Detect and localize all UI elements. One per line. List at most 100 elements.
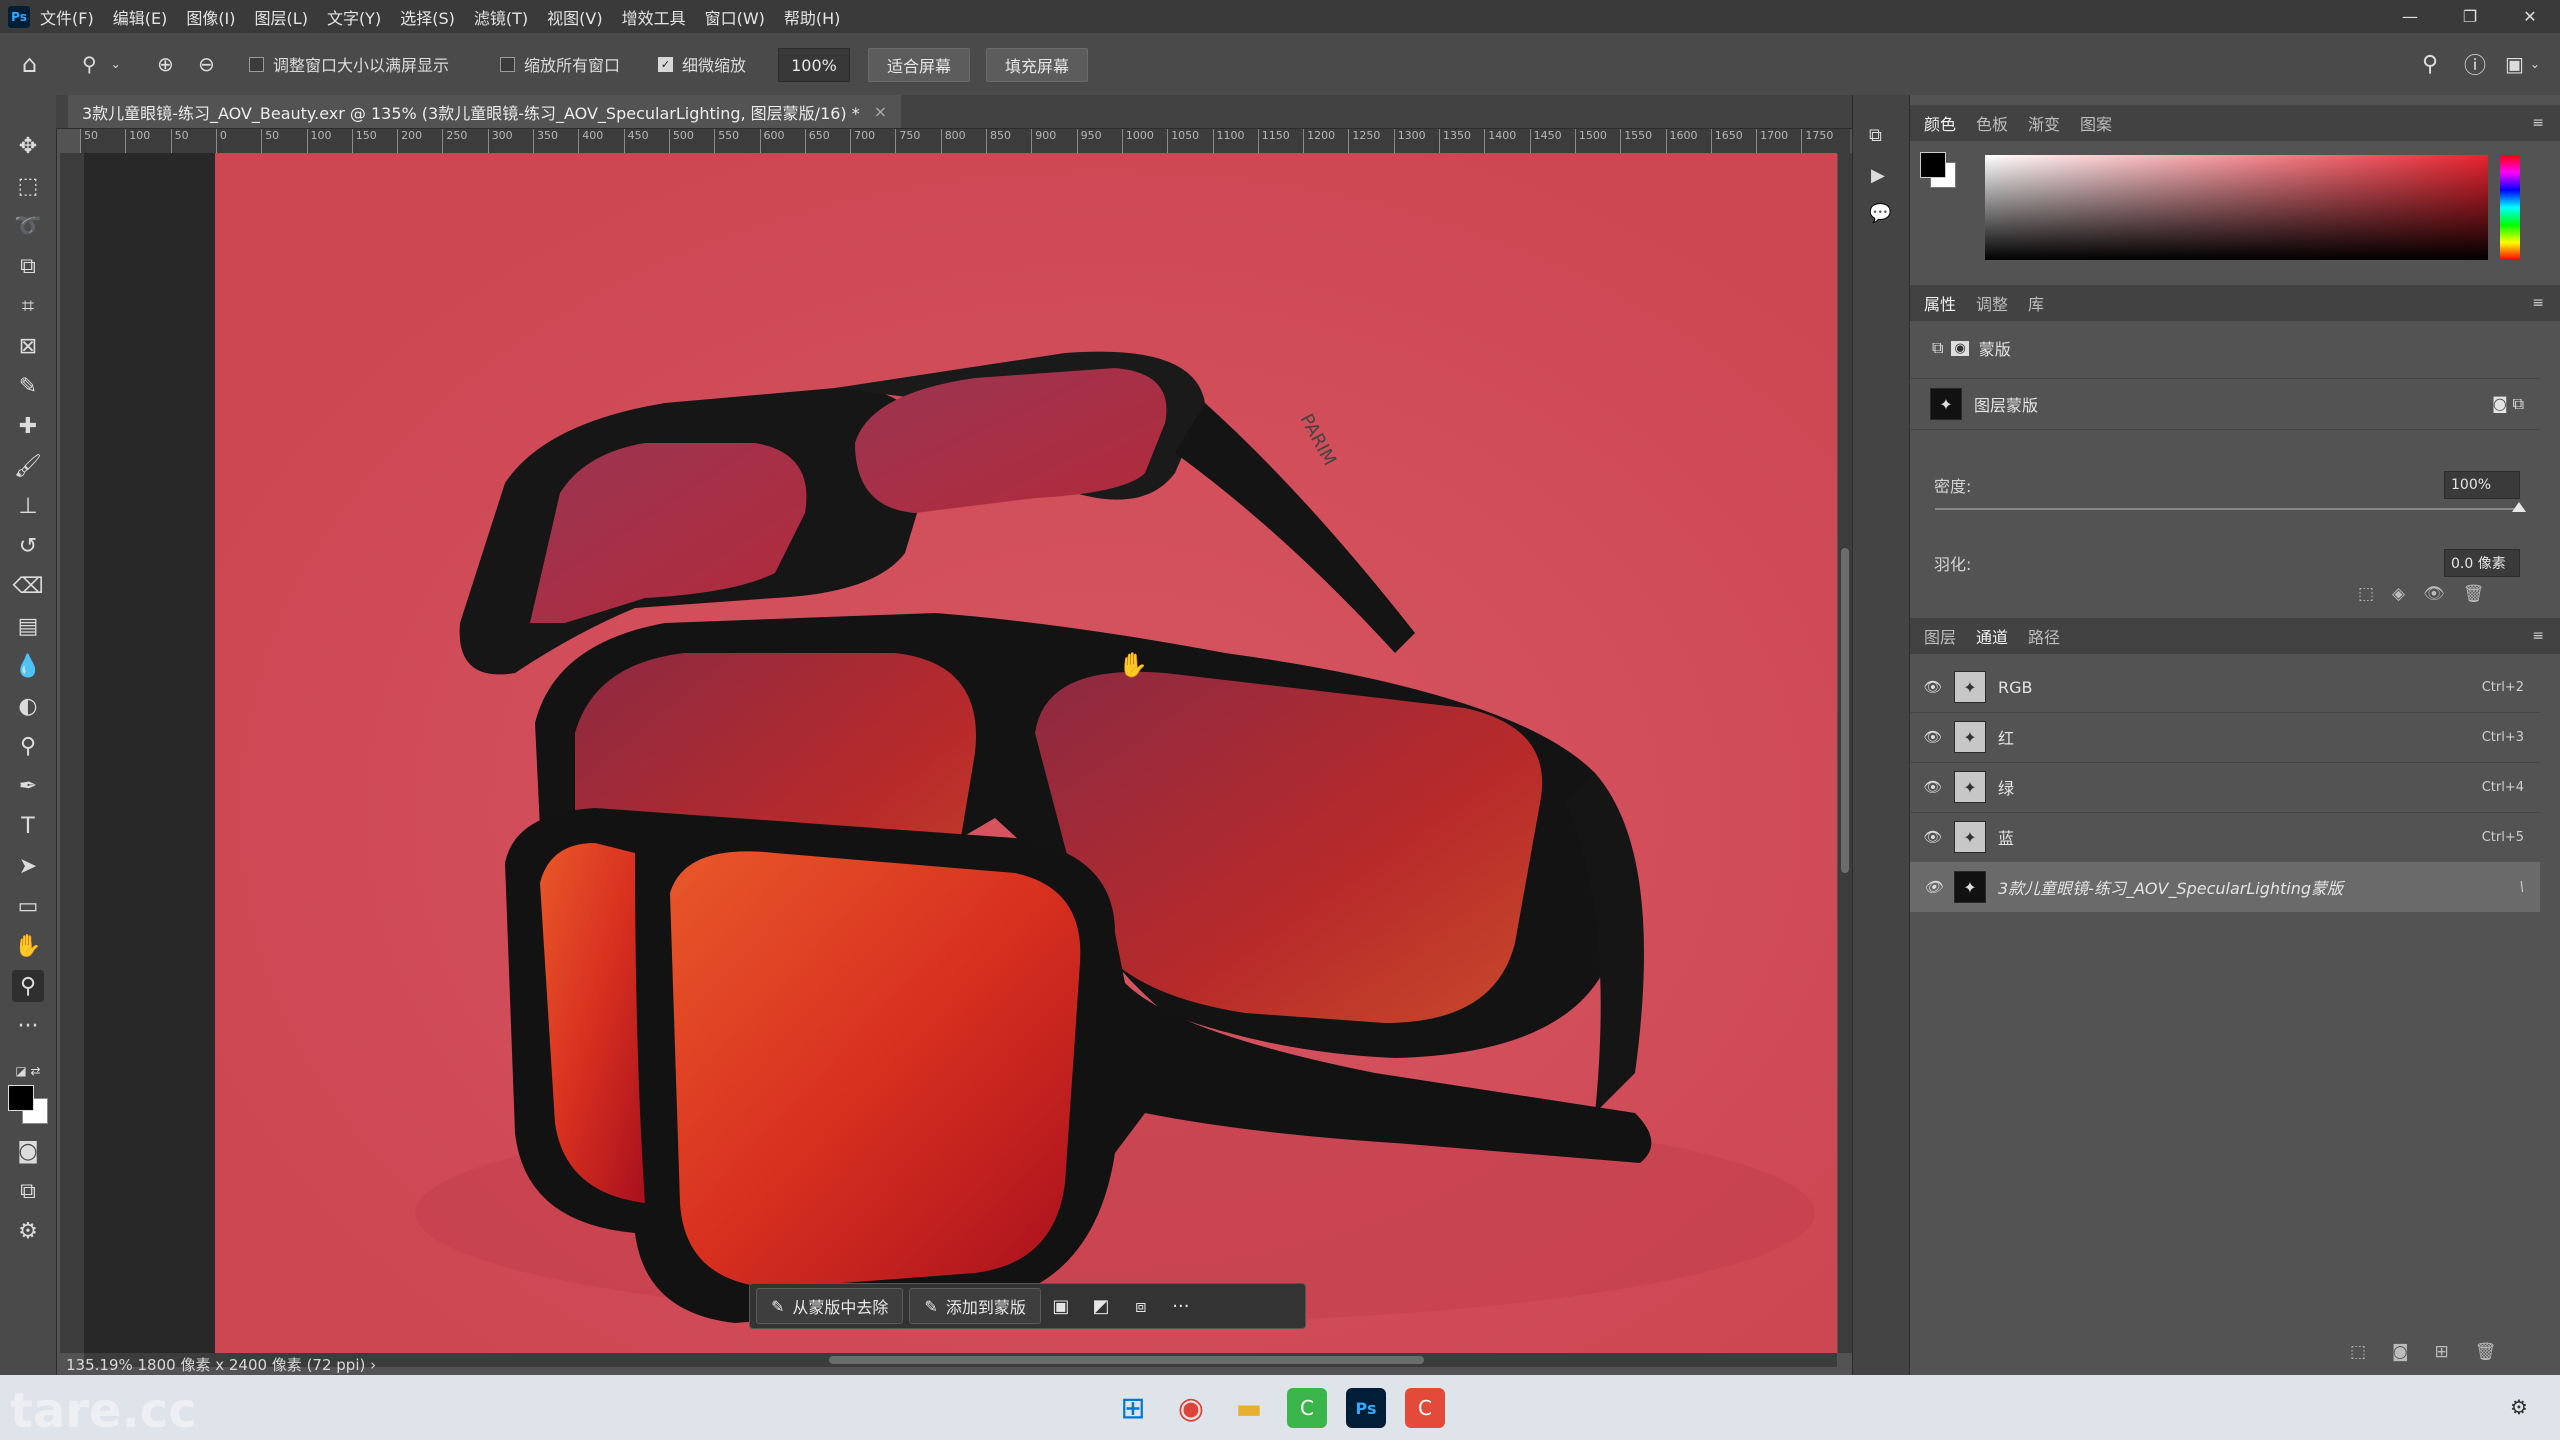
- density-slider-track[interactable]: [1935, 508, 2520, 510]
- tab-gradients[interactable]: 渐变: [2028, 111, 2060, 135]
- invert-mask-icon[interactable]: ◩: [1081, 1289, 1121, 1323]
- density-slider-handle[interactable]: [2512, 502, 2526, 512]
- mask-bottom-icons[interactable]: ⬚◈👁🗑: [2358, 584, 2502, 604]
- tab-properties[interactable]: 属性: [1924, 291, 1956, 315]
- add-to-mask-button[interactable]: ✎ 添加到蒙版: [909, 1288, 1041, 1324]
- visibility-eye-icon[interactable]: 👁: [1923, 778, 1942, 796]
- density-input[interactable]: 100%: [2444, 471, 2520, 499]
- eraser-tool-icon[interactable]: ⌫: [12, 570, 44, 602]
- workspace-icon[interactable]: ▣ ⌄: [2505, 33, 2540, 95]
- pixel-mask-icon[interactable]: ⧉: [1932, 338, 1943, 358]
- zoom-tool-preset-icon[interactable]: ⚲ ⌄: [82, 33, 121, 95]
- checkbox-checked[interactable]: ✓: [658, 56, 673, 72]
- checkbox-box[interactable]: [500, 56, 515, 72]
- checkbox-box[interactable]: [249, 56, 264, 72]
- brush-tool-icon[interactable]: 🖌: [12, 450, 44, 482]
- menu-filter[interactable]: 滤镜(T): [474, 5, 528, 29]
- vertical-scroll-thumb[interactable]: [1841, 548, 1849, 873]
- type-tool-icon[interactable]: T: [12, 810, 44, 842]
- foreground-color-swatch[interactable]: [8, 1085, 34, 1111]
- minimize-button[interactable]: —: [2380, 0, 2440, 33]
- menu-image[interactable]: 图像(I): [186, 5, 235, 29]
- zoom-in-icon[interactable]: ⊕: [157, 33, 174, 95]
- tab-layers[interactable]: 图层: [1924, 624, 1956, 648]
- document-tab[interactable]: 3款儿童眼镜-练习_AOV_Beauty.exr @ 135% (3款儿童眼镜-…: [68, 95, 902, 128]
- tab-paths[interactable]: 路径: [2028, 624, 2060, 648]
- marquee-tool-icon[interactable]: ⬚: [12, 170, 44, 202]
- panel-menu-icon[interactable]: ≡: [2532, 115, 2544, 131]
- channels-bottom-icons[interactable]: ⬚◙⊞🗑: [2350, 1342, 2522, 1362]
- help-icon[interactable]: ⓘ: [2464, 33, 2486, 95]
- history-panel-icon[interactable]: ⧉: [1869, 125, 1882, 146]
- eyedropper-tool-icon[interactable]: ✎: [12, 370, 44, 402]
- mask-options-icon[interactable]: ▣: [1041, 1289, 1081, 1323]
- color-picker-field[interactable]: [1985, 155, 2488, 260]
- more-options-icon[interactable]: ···: [1161, 1289, 1201, 1323]
- menu-view[interactable]: 视图(V): [547, 5, 602, 29]
- pen-tool-icon[interactable]: ✒: [12, 770, 44, 802]
- path-selection-tool-icon[interactable]: ➤: [12, 850, 44, 882]
- comments-panel-icon[interactable]: 💬: [1869, 203, 1891, 224]
- maximize-button[interactable]: ❐: [2440, 0, 2500, 33]
- close-tab-icon[interactable]: ×: [874, 102, 887, 121]
- menu-help[interactable]: 帮助(H): [784, 5, 841, 29]
- status-bar[interactable]: 135.19% 1800 像素 x 2400 像素 (72 ppi) ›: [56, 1353, 386, 1375]
- file-explorer-icon[interactable]: ▬: [1229, 1388, 1269, 1428]
- channel-row-blue[interactable]: 👁 ✦ 蓝 Ctrl+5: [1910, 812, 2540, 863]
- tab-channels[interactable]: 通道: [1976, 624, 2008, 648]
- menu-layer[interactable]: 图层(L): [255, 5, 308, 29]
- actions-panel-icon[interactable]: ▶: [1871, 165, 1885, 186]
- feather-input[interactable]: 0.0 像素: [2444, 549, 2520, 577]
- close-button[interactable]: ✕: [2500, 0, 2560, 33]
- tab-swatches[interactable]: 色板: [1976, 111, 2008, 135]
- history-brush-tool-icon[interactable]: ↺: [12, 530, 44, 562]
- subtract-from-mask-button[interactable]: ✎ 从蒙版中去除: [756, 1288, 904, 1324]
- horizontal-scroll-thumb[interactable]: [829, 1356, 1424, 1364]
- crop-tool-icon[interactable]: ⌗: [12, 290, 44, 322]
- channel-row-red[interactable]: 👁 ✦ 红 Ctrl+3: [1910, 712, 2540, 763]
- foreground-color-chip[interactable]: [1920, 152, 1946, 178]
- rectangle-tool-icon[interactable]: ▭: [12, 890, 44, 922]
- visibility-eye-icon[interactable]: 👁: [1923, 878, 1942, 896]
- notification-icon[interactable]: ⚙: [2510, 1395, 2528, 1419]
- tab-patterns[interactable]: 图案: [2080, 111, 2112, 135]
- tab-adjustments[interactable]: 调整: [1976, 291, 2008, 315]
- vertical-scrollbar[interactable]: [1838, 153, 1852, 1353]
- visibility-eye-icon[interactable]: 👁: [1923, 728, 1942, 746]
- home-icon[interactable]: ⌂: [22, 33, 37, 95]
- fill-screen-button[interactable]: 填充屏幕: [986, 48, 1088, 82]
- blur-tool-icon[interactable]: 💧: [12, 650, 44, 682]
- zoom-tool-icon[interactable]: ⚲: [12, 970, 44, 1002]
- panel-menu-icon[interactable]: ≡: [2532, 628, 2544, 644]
- hand-tool-icon[interactable]: ✋: [12, 930, 44, 962]
- screen-mode-icon[interactable]: ⧉: [12, 1175, 44, 1207]
- move-tool-icon[interactable]: ✥: [12, 130, 44, 162]
- chrome-icon[interactable]: ◉: [1171, 1388, 1211, 1428]
- menu-edit[interactable]: 编辑(E): [113, 5, 168, 29]
- search-icon[interactable]: ⚲: [2422, 33, 2438, 95]
- lasso-tool-icon[interactable]: ➰: [12, 210, 44, 242]
- mask-icon[interactable]: ◉: [1951, 340, 1969, 356]
- more-tools-icon[interactable]: ···: [12, 1010, 44, 1042]
- object-selection-tool-icon[interactable]: ⧉: [12, 250, 44, 282]
- menu-type[interactable]: 文字(Y): [327, 5, 381, 29]
- canvas-image[interactable]: PARIM ✋: [215, 153, 1837, 1353]
- edit-toolbar-icon[interactable]: ⚙: [12, 1215, 44, 1247]
- tab-color[interactable]: 颜色: [1924, 111, 1956, 135]
- menu-plugins[interactable]: 增效工具: [622, 5, 686, 29]
- camtasia-icon[interactable]: C: [1287, 1388, 1327, 1428]
- visibility-eye-icon[interactable]: 👁: [1923, 678, 1942, 696]
- mask-settings-icon[interactable]: ⧈: [1121, 1289, 1161, 1323]
- healing-tool-icon[interactable]: ✚: [12, 410, 44, 442]
- channel-row-mask[interactable]: 👁 ✦ 3款儿童眼镜-练习_AOV_SpecularLighting蒙版 \: [1910, 862, 2540, 912]
- frame-tool-icon[interactable]: ⊠: [12, 330, 44, 362]
- mask-actions-icon[interactable]: ◙ ⧉: [2492, 394, 2524, 414]
- channel-row-rgb[interactable]: 👁 ✦ RGB Ctrl+2: [1910, 662, 2540, 713]
- menu-file[interactable]: 文件(F): [40, 5, 94, 29]
- burn-tool-icon[interactable]: ⚲: [12, 730, 44, 762]
- visibility-eye-icon[interactable]: 👁: [1923, 828, 1942, 846]
- default-colors-icon[interactable]: ◪ ⇄: [12, 1055, 44, 1087]
- stamp-tool-icon[interactable]: ⊥: [12, 490, 44, 522]
- dodge-tool-icon[interactable]: ◐: [12, 690, 44, 722]
- quick-mask-icon[interactable]: ◙: [12, 1135, 44, 1167]
